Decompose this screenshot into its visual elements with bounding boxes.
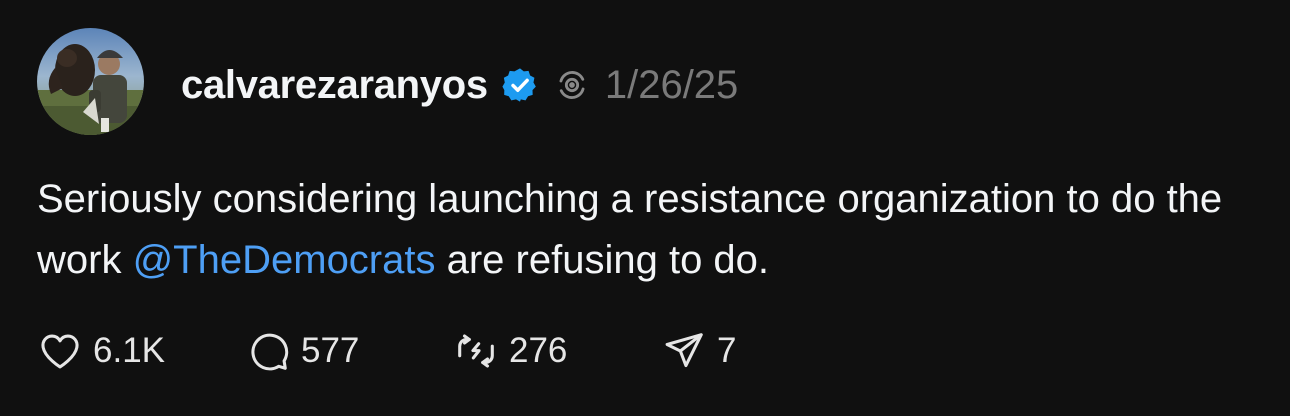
repost-count: 276 [509,331,568,370]
post-text: Seriously considering launching a resist… [37,169,1267,291]
repost-icon [458,334,494,368]
share-count: 7 [717,331,737,370]
verified-badge-icon [501,66,539,104]
share-icon [665,333,703,368]
heart-icon [41,334,79,369]
avatar[interactable] [37,28,144,135]
repost-button[interactable]: 276 [453,328,661,374]
username[interactable]: calvarezaranyos [181,63,488,108]
action-bar: 6.1K 577 276 7 [37,326,736,376]
comment-icon [251,333,289,371]
reply-button[interactable]: 577 [245,328,453,374]
like-button[interactable]: 6.1K [37,328,245,374]
avatar-photo [37,28,144,135]
mention-link[interactable]: @TheDemocrats [133,238,436,282]
reply-count: 577 [301,331,360,370]
post-header: calvarezaranyos 1/26/25 [181,60,738,110]
threads-post: calvarezaranyos 1/26/25 Seriously consid… [0,0,1290,416]
post-date[interactable]: 1/26/25 [605,63,738,108]
share-button[interactable]: 7 [661,328,736,374]
like-count: 6.1K [93,331,165,370]
post-text-end: are refusing to do. [435,238,770,282]
fediverse-icon [555,68,589,102]
